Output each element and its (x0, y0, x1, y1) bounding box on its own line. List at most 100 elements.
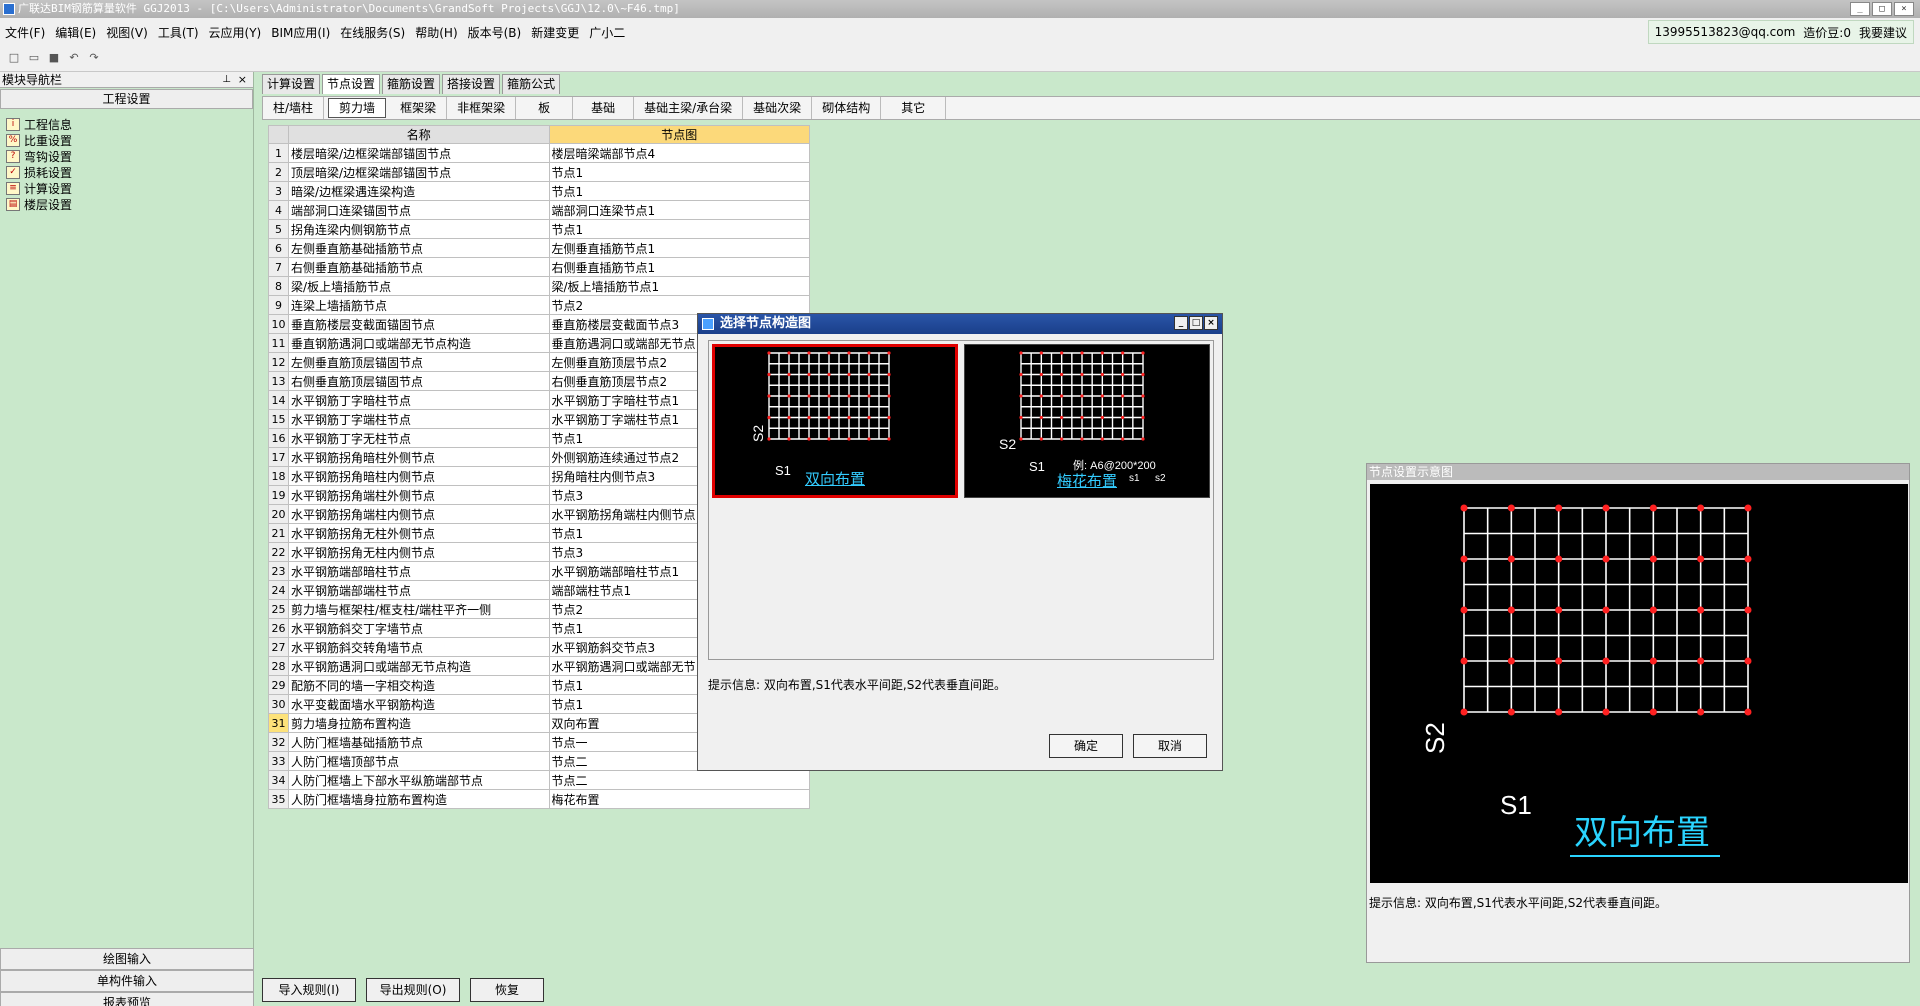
menu-cloud[interactable]: 云应用(Y) (204, 24, 267, 41)
restore-button[interactable]: 恢复 (470, 978, 544, 1002)
node-name-cell[interactable]: 水平钢筋遇洞口或端部无节点构造 (288, 656, 550, 676)
node-name-cell[interactable]: 拐角连梁内侧钢筋节点 (288, 219, 550, 239)
export-rules-button[interactable]: 导出规则(O) (366, 978, 460, 1002)
table-row[interactable]: 34 人防门框墙上下部水平纵筋端部节点 节点二 (267, 770, 810, 790)
menu-view[interactable]: 视图(V) (101, 24, 153, 41)
tab-stirrup-formula[interactable]: 箍筋公式 (502, 74, 561, 94)
table-row[interactable]: 5 拐角连梁内侧钢筋节点 节点1 (267, 219, 810, 239)
tab-node-settings[interactable]: 节点设置 (322, 74, 381, 94)
table-row[interactable]: 8 梁/板上墙插筋节点 梁/板上墙插筋节点1 (267, 276, 810, 296)
table-row[interactable]: 3 暗梁/边框梁遇连梁构造 节点1 (267, 181, 810, 201)
node-name-cell[interactable]: 水平钢筋端部端柱节点 (288, 580, 550, 600)
node-name-cell[interactable]: 右侧垂直筋基础插筋节点 (288, 257, 550, 277)
tree-item-floor[interactable]: ▤ 楼层设置 (6, 196, 253, 212)
node-name-cell[interactable]: 垂直钢筋遇洞口或端部无节点构造 (288, 333, 550, 353)
cancel-button[interactable]: 取消 (1133, 734, 1207, 758)
tab-column[interactable]: 柱/墙柱 (263, 97, 325, 119)
node-image-cell[interactable]: 节点1 (548, 181, 810, 201)
tab-other[interactable]: 其它 (881, 97, 947, 119)
pin-icon[interactable]: ⊥ (222, 72, 231, 88)
node-name-cell[interactable]: 梁/板上墙插筋节点 (288, 276, 550, 296)
tree-item-hook[interactable]: ? 弯钩设置 (6, 148, 253, 164)
node-image-cell[interactable]: 梅花布置 (548, 789, 810, 809)
menu-file[interactable]: 文件(F) (0, 24, 50, 41)
minimize-button[interactable]: _ (1850, 2, 1870, 16)
tab-lap-settings[interactable]: 搭接设置 (442, 74, 501, 94)
tab-foundation[interactable]: 基础 (573, 97, 635, 119)
node-image-cell[interactable]: 右侧垂直插筋节点1 (548, 257, 810, 277)
menu-help[interactable]: 帮助(H) (410, 24, 462, 41)
tree-item-loss[interactable]: ✓ 损耗设置 (6, 164, 253, 180)
node-image-cell[interactable]: 节点1 (548, 162, 810, 182)
node-name-cell[interactable]: 水平钢筋斜交转角墙节点 (288, 637, 550, 657)
nav-drawing-input[interactable]: 绘图输入 (0, 948, 254, 970)
table-row[interactable]: 7 右侧垂直筋基础插筋节点 右侧垂直插筋节点1 (267, 257, 810, 277)
node-name-cell[interactable]: 水平钢筋拐角暗柱外侧节点 (288, 447, 550, 467)
node-name-cell[interactable]: 暗梁/边框梁遇连梁构造 (288, 181, 550, 201)
redo-icon[interactable]: ↷ (86, 51, 102, 67)
node-name-cell[interactable]: 水平钢筋拐角无柱外侧节点 (288, 523, 550, 543)
node-name-cell[interactable]: 水平钢筋拐角暗柱内侧节点 (288, 466, 550, 486)
menu-edit[interactable]: 编辑(E) (50, 24, 101, 41)
maximize-button[interactable]: □ (1872, 2, 1892, 16)
node-name-cell[interactable]: 垂直筋楼层变截面锚固节点 (288, 314, 550, 334)
tab-slab[interactable]: 板 (516, 97, 574, 119)
tab-foundation-main-beam[interactable]: 基础主梁/承台梁 (634, 97, 744, 119)
node-name-cell[interactable]: 人防门框墙基础插筋节点 (288, 732, 550, 752)
node-image-cell[interactable]: 端部洞口连梁节点1 (548, 200, 810, 220)
node-name-cell[interactable]: 顶层暗梁/边框梁端部锚固节点 (288, 162, 550, 182)
close-icon[interactable]: × (238, 72, 247, 88)
table-row[interactable]: 35 人防门框墙墙身拉筋布置构造 梅花布置 (267, 789, 810, 809)
node-name-cell[interactable]: 水平钢筋拐角端柱内侧节点 (288, 504, 550, 524)
node-name-cell[interactable]: 人防门框墙墙身拉筋布置构造 (288, 789, 550, 809)
tree-item-density[interactable]: % 比重设置 (6, 132, 253, 148)
new-file-icon[interactable]: □ (6, 51, 22, 67)
node-image-cell[interactable]: 左侧垂直插筋节点1 (548, 238, 810, 258)
tab-calc-settings[interactable]: 计算设置 (262, 74, 321, 94)
nav-report-preview[interactable]: 报表预览 (0, 992, 254, 1006)
node-name-cell[interactable]: 连梁上墙插筋节点 (288, 295, 550, 315)
close-button[interactable]: × (1894, 2, 1914, 16)
menu-new-change[interactable]: 新建变更 (526, 24, 584, 41)
tree-item-calc[interactable]: ≡ 计算设置 (6, 180, 253, 196)
import-rules-button[interactable]: 导入规则(I) (262, 978, 356, 1002)
table-row[interactable]: 9 连梁上墙插筋节点 节点2 (267, 295, 810, 315)
tree-item-project-info[interactable]: i 工程信息 (6, 116, 253, 132)
tab-frame-beam[interactable]: 框架梁 (390, 97, 448, 119)
node-name-cell[interactable]: 水平钢筋拐角无柱内侧节点 (288, 542, 550, 562)
node-name-cell[interactable]: 水平钢筋丁字无柱节点 (288, 428, 550, 448)
option-bidirectional[interactable]: S2 S1 双向布置 (712, 344, 958, 498)
menu-bim[interactable]: BIM应用(I) (266, 24, 335, 41)
table-row[interactable]: 6 左侧垂直筋基础插筋节点 左侧垂直插筋节点1 (267, 238, 810, 258)
tab-shear-wall[interactable]: 剪力墙 (328, 98, 387, 118)
node-name-cell[interactable]: 水平钢筋端部暗柱节点 (288, 561, 550, 581)
menu-version[interactable]: 版本号(B) (463, 24, 527, 41)
table-row[interactable]: 2 顶层暗梁/边框梁端部锚固节点 节点1 (267, 162, 810, 182)
tab-stirrup-settings[interactable]: 箍筋设置 (382, 74, 441, 94)
tab-masonry[interactable]: 砌体结构 (812, 97, 882, 119)
node-name-cell[interactable]: 人防门框墙顶部节点 (288, 751, 550, 771)
node-name-cell[interactable]: 右侧垂直筋顶层锚固节点 (288, 371, 550, 391)
menu-assistant[interactable]: 广小二 (584, 24, 630, 41)
node-image-cell[interactable]: 节点二 (548, 770, 810, 790)
node-name-cell[interactable]: 水平钢筋斜交丁字墙节点 (288, 618, 550, 638)
node-image-cell[interactable]: 楼层暗梁端部节点4 (548, 143, 810, 163)
node-name-cell[interactable]: 剪力墙身拉筋布置构造 (288, 713, 550, 733)
node-name-cell[interactable]: 剪力墙与框架柱/框支柱/端柱平齐一侧 (288, 599, 550, 619)
undo-icon[interactable]: ↶ (66, 51, 82, 67)
node-name-cell[interactable]: 左侧垂直筋顶层锚固节点 (288, 352, 550, 372)
nav-single-component[interactable]: 单构件输入 (0, 970, 254, 992)
node-name-cell[interactable]: 配筋不同的墙一字相交构造 (288, 675, 550, 695)
node-name-cell[interactable]: 水平钢筋丁字端柱节点 (288, 409, 550, 429)
node-image-cell[interactable]: 梁/板上墙插筋节点1 (548, 276, 810, 296)
account-email[interactable]: 13995513823@qq.com (1655, 25, 1796, 39)
price-bean[interactable]: 造价豆:0 (1803, 24, 1851, 41)
dialog-minimize-button[interactable]: _ (1174, 316, 1188, 330)
project-settings-section[interactable]: 工程设置 (0, 89, 253, 109)
node-image-cell[interactable]: 节点2 (548, 295, 810, 315)
node-name-cell[interactable]: 水平变截面墙水平钢筋构造 (288, 694, 550, 714)
table-row[interactable]: 4 端部洞口连梁锚固节点 端部洞口连梁节点1 (267, 200, 810, 220)
menu-online[interactable]: 在线服务(S) (335, 24, 410, 41)
suggest-link[interactable]: 我要建议 (1859, 24, 1907, 41)
node-name-cell[interactable]: 水平钢筋拐角端柱外侧节点 (288, 485, 550, 505)
